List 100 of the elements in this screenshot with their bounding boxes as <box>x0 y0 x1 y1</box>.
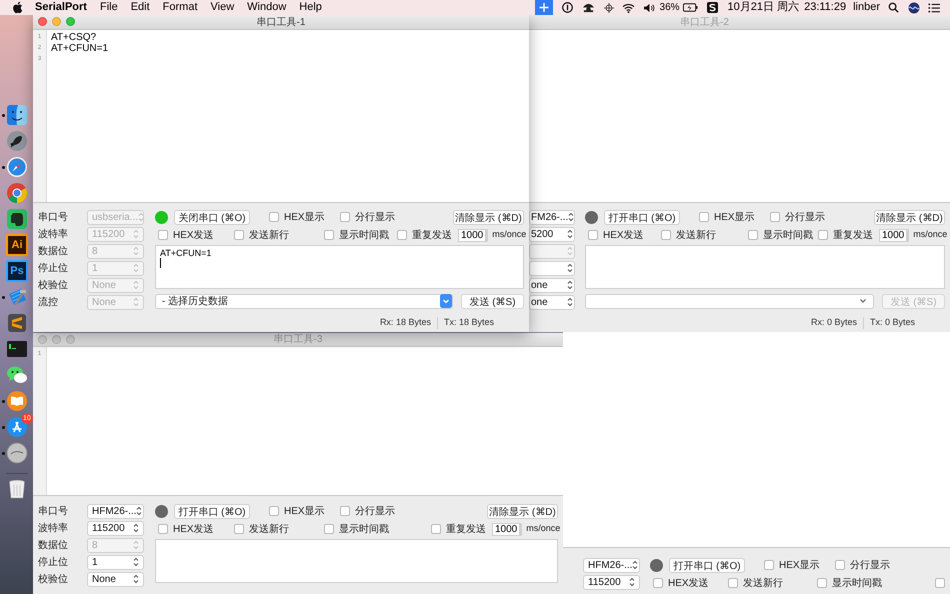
history-dropdown[interactable]: - 选择历史数据 <box>155 294 453 308</box>
checkbox[interactable] <box>699 212 709 222</box>
clear-display-button[interactable]: 清除显示 (⌘D) <box>874 210 945 224</box>
checkbox-label[interactable]: 分行显示 <box>850 558 890 572</box>
send-text-field[interactable] <box>155 539 558 583</box>
checkbox[interactable] <box>340 506 350 516</box>
checkbox[interactable] <box>818 230 828 240</box>
checkbox[interactable] <box>269 212 279 222</box>
checkbox-label[interactable]: 发送新行 <box>249 522 289 536</box>
interval-field[interactable]: 1000 <box>458 228 486 242</box>
menu-item[interactable]: View <box>210 0 234 16</box>
checkbox[interactable] <box>431 524 441 534</box>
checkbox[interactable] <box>764 560 774 570</box>
select-field[interactable]: FM26-... <box>529 210 575 224</box>
text-editor[interactable] <box>529 30 950 203</box>
checkbox-label[interactable]: 显示时间戳 <box>762 228 813 242</box>
checkbox[interactable] <box>588 230 598 240</box>
checkbox[interactable] <box>340 212 350 222</box>
ps-app-icon[interactable]: Ps <box>6 260 28 282</box>
send-text-field[interactable] <box>585 245 945 289</box>
hat-icon[interactable] <box>582 2 595 13</box>
checkbox[interactable] <box>748 230 758 240</box>
select-field[interactable]: HFM26-... <box>583 558 640 572</box>
checkbox-label[interactable]: 显示时间戳 <box>339 522 389 536</box>
plus-icon[interactable] <box>534 0 553 15</box>
checkbox-label[interactable]: 重复发送 <box>412 228 452 242</box>
checkbox[interactable] <box>324 524 334 534</box>
checkbox-label[interactable]: 发送新行 <box>249 228 289 242</box>
elephant-icon[interactable] <box>6 208 28 230</box>
tricolor-circle-icon[interactable] <box>6 182 28 204</box>
trash-icon[interactable] <box>6 478 28 500</box>
list-icon[interactable] <box>928 2 940 12</box>
terminal-icon[interactable] <box>6 338 28 360</box>
text-editor[interactable] <box>563 332 950 548</box>
crosshair-icon[interactable] <box>604 2 614 12</box>
user-name[interactable]: linber <box>853 0 880 16</box>
menu-item[interactable]: Help <box>299 0 322 16</box>
ai-app-icon[interactable]: Ai <box>6 234 28 256</box>
checkbox-label[interactable]: 显示时间戳 <box>832 576 882 590</box>
checkbox-label[interactable]: 分行显示 <box>355 504 395 518</box>
checkbox-label[interactable]: HEX发送 <box>173 522 214 536</box>
select-field[interactable] <box>529 260 575 276</box>
checkbox-label[interactable]: 发送新行 <box>676 228 716 242</box>
checkbox-label[interactable]: 发送新行 <box>743 576 784 590</box>
port-toggle-button[interactable]: 打开串口 (⌘O) <box>174 504 250 518</box>
checkbox[interactable] <box>816 578 827 588</box>
select-field[interactable]: one <box>529 294 575 310</box>
select-field[interactable]: 115200 <box>87 520 144 536</box>
checkbox-label[interactable]: HEX显示 <box>284 504 325 518</box>
menu-item[interactable]: Format <box>162 0 198 16</box>
select-field[interactable]: HFM26-... <box>87 504 144 518</box>
checkbox[interactable] <box>234 230 244 240</box>
checkbox[interactable] <box>935 578 945 588</box>
hammer-blueprint-icon[interactable] <box>6 286 28 308</box>
zoom-button[interactable] <box>66 335 75 344</box>
rocket-icon[interactable] <box>6 130 28 152</box>
minimize-button[interactable] <box>52 335 61 344</box>
history-dropdown[interactable] <box>585 294 874 308</box>
checkbox[interactable] <box>324 230 334 240</box>
port-toggle-button[interactable]: 打开串口 (⌘O) <box>604 210 680 224</box>
port-toggle-button[interactable]: 关闭串口 (⌘O) <box>174 210 250 224</box>
siri-icon[interactable] <box>908 2 920 14</box>
checkbox[interactable] <box>770 212 780 222</box>
checkbox[interactable] <box>158 524 168 534</box>
book-icon[interactable] <box>6 390 28 412</box>
disc-icon[interactable] <box>6 442 28 464</box>
checkbox[interactable] <box>661 230 672 240</box>
menu-item[interactable]: Window <box>247 0 286 16</box>
checkbox[interactable] <box>653 578 663 588</box>
checkbox[interactable] <box>269 506 279 516</box>
checkbox[interactable] <box>835 560 845 570</box>
face-icon[interactable] <box>6 104 28 126</box>
port-toggle-button[interactable]: 打开串口 (⌘O) <box>669 558 745 572</box>
checkbox-label[interactable]: HEX显示 <box>714 210 755 224</box>
select-field[interactable]: None <box>87 572 144 586</box>
minimize-button[interactable] <box>52 17 61 26</box>
interval-field[interactable]: 1000 <box>492 522 520 536</box>
zoom-button[interactable] <box>66 17 75 26</box>
checkbox[interactable] <box>397 230 407 240</box>
menu-item[interactable]: Edit <box>130 0 150 16</box>
clear-display-button[interactable]: 清除显示 (⌘D) <box>487 504 558 518</box>
close-button[interactable] <box>38 335 47 344</box>
battery-charging-icon[interactable] <box>682 3 698 12</box>
close-button[interactable] <box>38 17 47 26</box>
checkbox[interactable] <box>728 578 738 588</box>
chat-bubbles-icon[interactable] <box>6 364 28 386</box>
checkbox-label[interactable]: HEX发送 <box>173 228 214 242</box>
checkbox-label[interactable]: 分行显示 <box>355 210 395 224</box>
checkbox-label[interactable]: HEX发送 <box>668 576 709 590</box>
checkbox[interactable] <box>158 230 168 240</box>
send-button[interactable]: 发送 (⌘S) <box>461 294 524 308</box>
wifi-icon[interactable] <box>622 2 635 12</box>
compass-icon[interactable] <box>6 156 28 178</box>
select-field[interactable]: 1 <box>87 554 144 570</box>
checkbox-label[interactable]: HEX发送 <box>603 228 644 242</box>
checkbox-label[interactable]: 显示时间戳 <box>339 228 389 242</box>
send-text-field[interactable]: AT+CFUN=1 <box>155 245 524 289</box>
app-menu[interactable]: SerialPort <box>35 0 87 16</box>
checkbox-label[interactable]: 重复发送 <box>446 522 486 536</box>
search-icon[interactable] <box>888 2 899 13</box>
